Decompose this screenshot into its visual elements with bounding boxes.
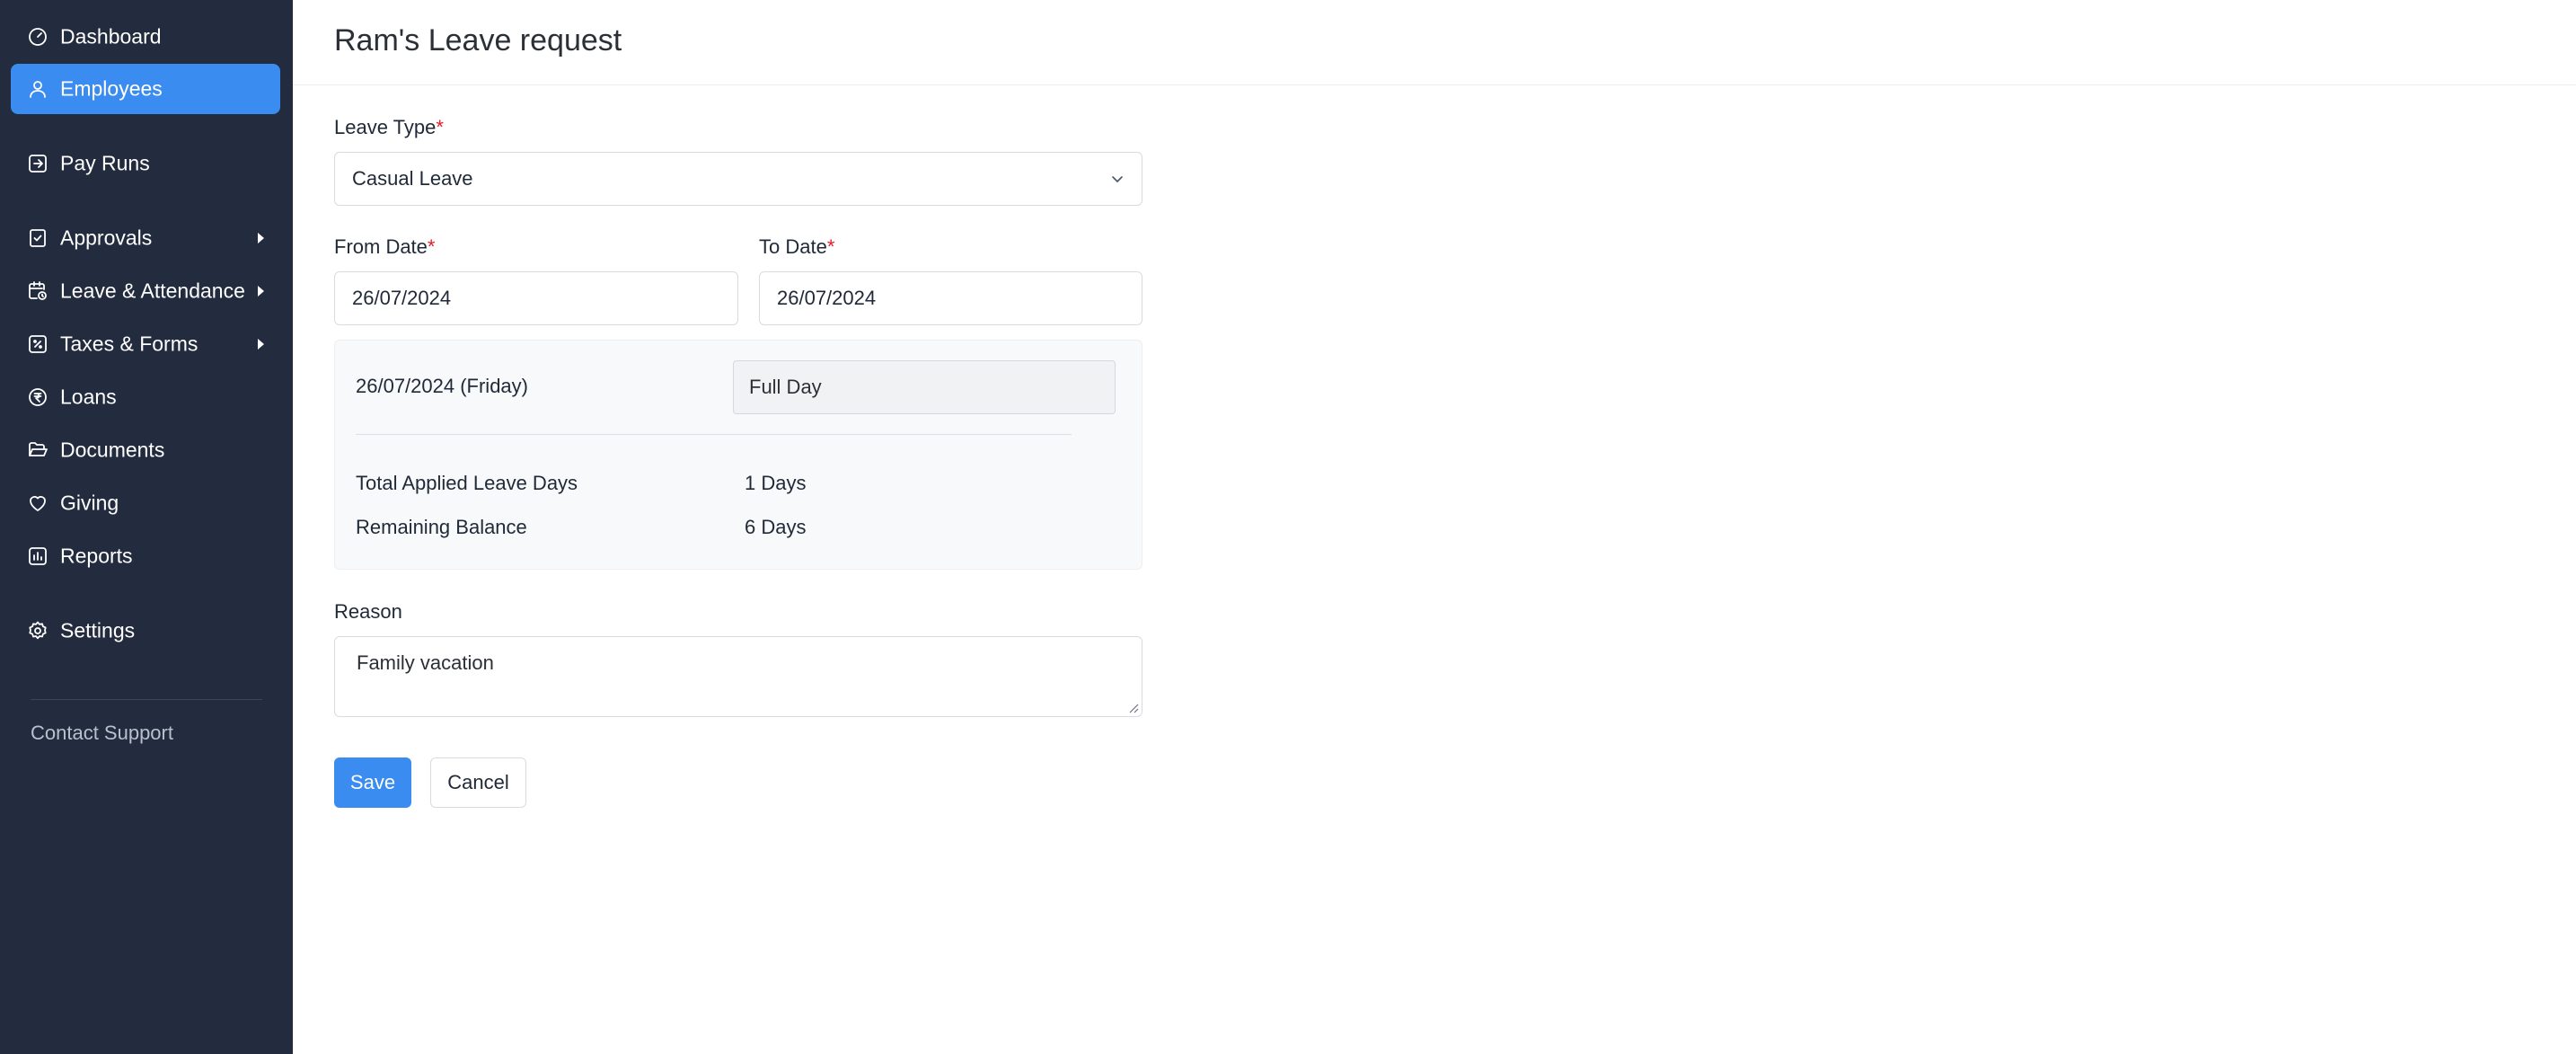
- caret-right-icon: [258, 339, 264, 350]
- sidebar-item-label: Giving: [60, 491, 119, 515]
- sidebar-item-label: Employees: [60, 76, 163, 101]
- reason-textarea[interactable]: Family vacation: [334, 636, 1142, 717]
- sidebar-item-label: Taxes & Forms: [60, 332, 198, 356]
- sidebar-item-settings[interactable]: Settings: [11, 606, 280, 656]
- sidebar-item-label: Loans: [60, 385, 117, 409]
- leave-summary-panel: 26/07/2024 (Friday) Full Day Total Appli…: [334, 340, 1142, 570]
- caret-right-icon: [258, 233, 264, 244]
- sidebar-item-reports[interactable]: Reports: [11, 531, 280, 581]
- user-icon: [27, 78, 49, 100]
- percent-icon: [27, 333, 49, 355]
- sidebar-item-pay-runs[interactable]: Pay Runs: [11, 138, 280, 189]
- sidebar-item-taxes-forms[interactable]: Taxes & Forms: [11, 319, 280, 369]
- bar-chart-icon: [27, 545, 49, 567]
- sidebar-item-giving[interactable]: Giving: [11, 478, 280, 528]
- reason-label: Reason: [334, 600, 402, 623]
- total-days-label: Total Applied Leave Days: [356, 472, 578, 494]
- pay-runs-icon: [27, 153, 49, 174]
- sidebar-item-employees[interactable]: Employees: [11, 64, 280, 114]
- contact-support-link[interactable]: Contact Support: [31, 722, 173, 745]
- sidebar-item-label: Dashboard: [60, 24, 162, 49]
- sidebar-item-approvals[interactable]: Approvals: [11, 213, 280, 263]
- sidebar-item-label: Leave & Attendance: [60, 279, 245, 303]
- caret-right-icon: [258, 286, 264, 297]
- total-days-value: 1 Days: [745, 472, 807, 494]
- sidebar-divider: [31, 699, 262, 700]
- chevron-down-icon: [1112, 176, 1123, 182]
- remaining-balance-label: Remaining Balance: [356, 516, 527, 538]
- to-date-input[interactable]: 26/07/2024: [759, 271, 1142, 325]
- day-type-value: Full Day: [749, 376, 822, 398]
- sidebar-item-dashboard[interactable]: Dashboard: [11, 12, 280, 62]
- page-title: Ram's Leave request: [334, 23, 622, 58]
- from-date-label: From Date*: [334, 235, 436, 258]
- sidebar-item-label: Documents: [60, 438, 165, 462]
- to-date-value: 26/07/2024: [777, 287, 877, 309]
- leave-day-date: 26/07/2024 (Friday): [356, 375, 528, 397]
- header-divider: [293, 84, 2576, 85]
- required-mark: *: [826, 235, 835, 258]
- leave-type-label: Leave Type*: [334, 116, 444, 138]
- required-mark: *: [427, 235, 436, 258]
- leave-type-value: Casual Leave: [352, 167, 473, 190]
- sidebar-item-loans[interactable]: Loans: [11, 372, 280, 422]
- save-button[interactable]: Save: [334, 757, 411, 808]
- to-date-label: To Date*: [759, 235, 835, 258]
- check-square-icon: [27, 227, 49, 249]
- sidebar-item-label: Approvals: [60, 226, 153, 250]
- cancel-button[interactable]: Cancel: [430, 757, 526, 808]
- day-type-field[interactable]: Full Day: [733, 360, 1116, 414]
- from-date-value: 26/07/2024: [352, 287, 452, 309]
- gear-icon: [27, 620, 49, 642]
- rupee-icon: [27, 386, 49, 408]
- reason-value: Family vacation: [357, 651, 494, 674]
- dashboard-icon: [27, 26, 49, 48]
- sidebar-item-documents[interactable]: Documents: [11, 425, 280, 475]
- folder-icon: [27, 439, 49, 461]
- resize-grip-icon[interactable]: [1128, 703, 1139, 713]
- from-date-input[interactable]: 26/07/2024: [334, 271, 738, 325]
- sidebar-item-label: Settings: [60, 618, 136, 642]
- sidebar-item-leave-attendance[interactable]: Leave & Attendance: [11, 266, 280, 316]
- required-mark: *: [436, 116, 444, 138]
- sidebar: Dashboard Employees Pay Runs Approvals L…: [0, 0, 293, 1054]
- sidebar-item-label: Reports: [60, 544, 133, 568]
- summary-divider: [356, 434, 1072, 435]
- calendar-clock-icon: [27, 280, 49, 302]
- sidebar-item-label: Pay Runs: [60, 151, 150, 175]
- heart-icon: [27, 492, 49, 514]
- leave-type-select[interactable]: Casual Leave: [334, 152, 1142, 206]
- remaining-balance-value: 6 Days: [745, 516, 807, 538]
